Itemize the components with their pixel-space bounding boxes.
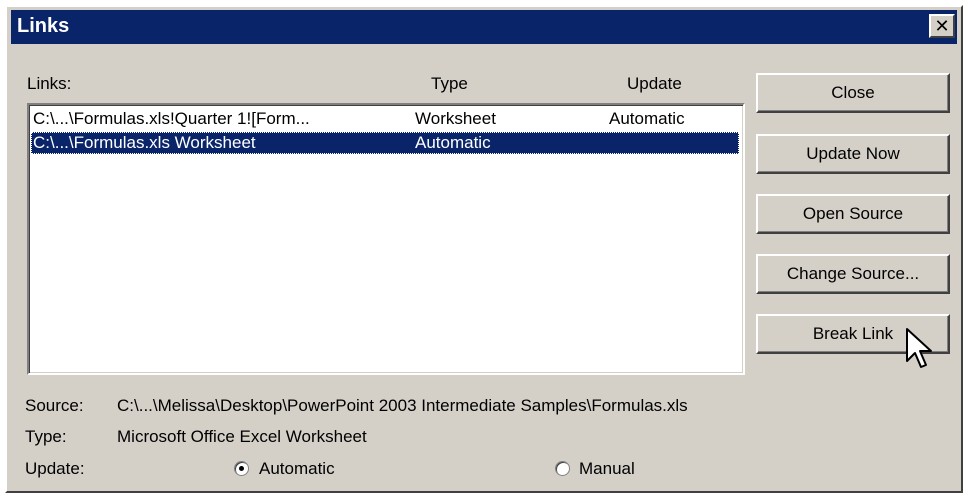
link-row-source: C:\...\Formulas.xls!Quarter 1![Form... bbox=[33, 109, 310, 128]
update-label: Update: bbox=[25, 459, 85, 478]
link-row-update: Automatic bbox=[609, 109, 685, 128]
link-row[interactable]: C:\...\Formulas.xls!Quarter 1![Form... W… bbox=[31, 108, 739, 130]
manual-radio-label[interactable]: Manual bbox=[579, 459, 635, 479]
change-source-button[interactable]: Change Source... bbox=[756, 254, 950, 294]
link-row-type: Worksheet bbox=[415, 109, 496, 128]
links-dialog: Links ✕ Links: Type Update C:\...\Formul… bbox=[5, 5, 963, 493]
title-bar[interactable]: Links ✕ bbox=[11, 10, 957, 44]
source-value: C:\...\Melissa\Desktop\PowerPoint 2003 I… bbox=[117, 396, 688, 415]
type-label: Type: bbox=[25, 427, 67, 446]
update-column-header: Update bbox=[627, 74, 682, 93]
mouse-pointer-icon bbox=[906, 328, 932, 368]
type-value: Microsoft Office Excel Worksheet bbox=[117, 427, 367, 446]
links-listbox[interactable]: C:\...\Formulas.xls!Quarter 1![Form... W… bbox=[27, 103, 745, 375]
links-column-header: Links: bbox=[27, 74, 72, 93]
link-row-selected[interactable]: C:\...\Formulas.xls Worksheet Automatic bbox=[31, 132, 739, 154]
close-button[interactable]: Close bbox=[756, 73, 950, 113]
link-row-source: C:\...\Formulas.xls Worksheet bbox=[33, 133, 256, 152]
automatic-radio-label[interactable]: Automatic bbox=[259, 459, 335, 479]
automatic-radio[interactable] bbox=[234, 461, 249, 476]
close-x-glyph: ✕ bbox=[934, 16, 950, 36]
title-close-icon[interactable]: ✕ bbox=[929, 14, 955, 38]
dialog-title: Links bbox=[17, 15, 70, 37]
source-label: Source: bbox=[25, 396, 84, 415]
type-column-header: Type bbox=[431, 74, 468, 93]
radio-selected-dot bbox=[239, 466, 244, 471]
manual-radio[interactable] bbox=[555, 461, 570, 476]
link-row-type: Automatic bbox=[415, 133, 491, 152]
open-source-button[interactable]: Open Source bbox=[756, 194, 950, 234]
update-now-button[interactable]: Update Now bbox=[756, 134, 950, 174]
